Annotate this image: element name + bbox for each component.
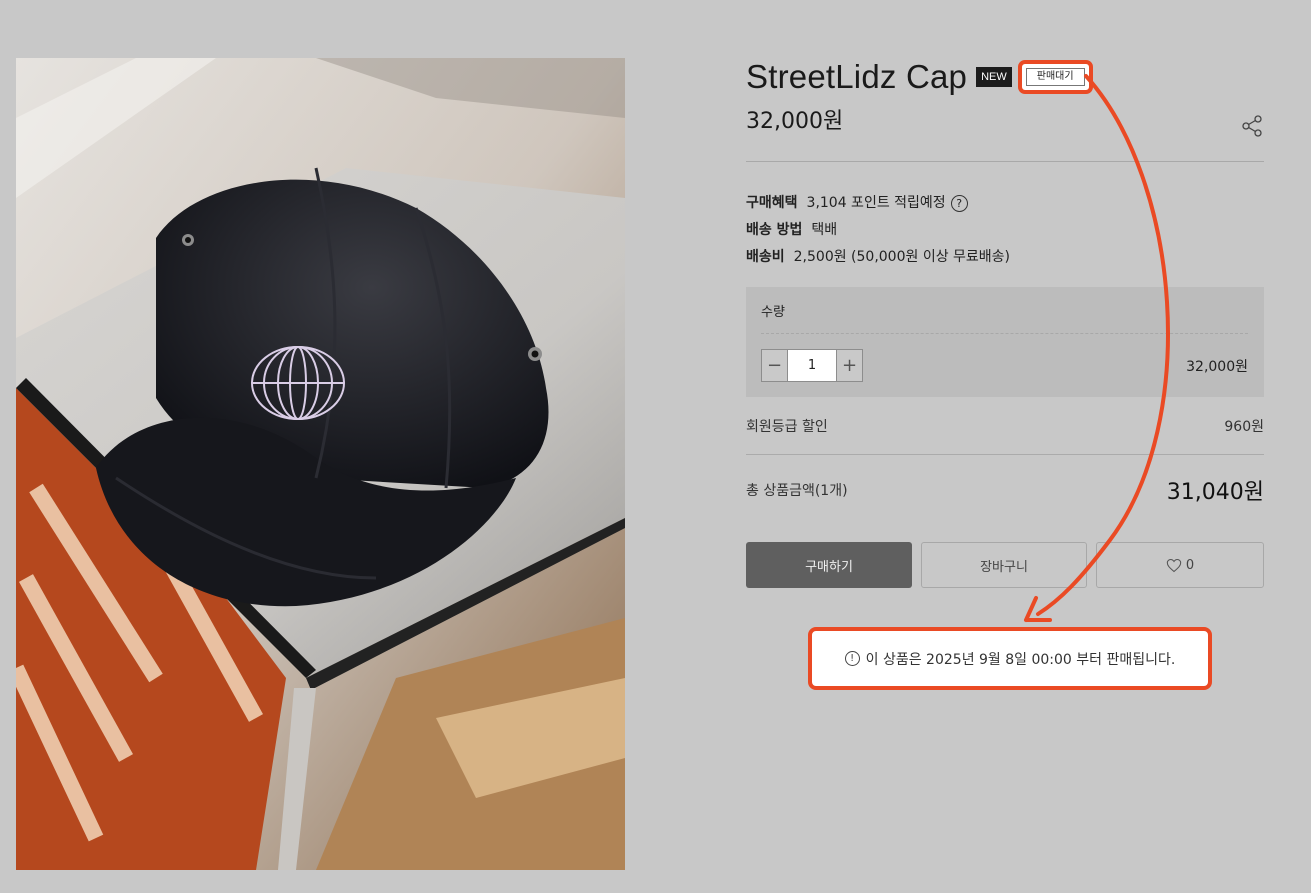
info-circle-icon: ! <box>844 651 860 666</box>
product-image <box>16 58 625 870</box>
title-row: StreetLidz Cap NEW 판매대기 <box>746 56 1264 98</box>
buy-button[interactable]: 구매하기 <box>746 542 912 588</box>
question-circle-icon[interactable]: ? <box>950 195 968 212</box>
discount-value: 960원 <box>1224 418 1264 435</box>
shipping-fee-value: 2,500원 (50,000원 이상 무료배송) <box>793 249 1011 265</box>
shipping-fee-row: 배송비 2,500원 (50,000원 이상 무료배송) <box>746 244 1264 271</box>
quantity-box: 수량 − + 32,000원 <box>746 287 1264 397</box>
product-title: StreetLidz Cap <box>746 58 968 95</box>
discount-label: 회원등급 할인 <box>746 418 828 435</box>
plus-icon[interactable]: + <box>837 350 862 381</box>
shipping-value: 택배 <box>811 222 838 238</box>
cart-button[interactable]: 장바구니 <box>921 542 1087 588</box>
new-badge: NEW <box>976 67 1012 87</box>
shipping-label: 배송 방법 <box>746 222 803 238</box>
sale-notice: ! 이 상품은 2025년 9월 8일 00:00 부터 판매됩니다. <box>844 649 1176 669</box>
quantity-stepper: − + <box>761 349 863 382</box>
line-price: 32,000원 <box>1186 358 1248 375</box>
shipping-row: 배송 방법 택배 <box>746 217 1264 244</box>
shipping-fee-label: 배송비 <box>746 249 785 265</box>
sale-notice-highlight: ! 이 상품은 2025년 9월 8일 00:00 부터 판매됩니다. <box>808 627 1212 690</box>
status-badge-highlight: 판매대기 <box>1017 60 1093 94</box>
total-label: 총 상품금액(1개) <box>746 483 848 499</box>
action-buttons: 구매하기 장바구니 0 <box>746 542 1264 588</box>
benefit-label: 구매혜택 <box>746 195 798 211</box>
sale-notice-text: 이 상품은 2025년 9월 8일 00:00 부터 판매됩니다. <box>865 651 1176 668</box>
purchase-meta: 구매혜택 3,104 포인트 적립예정 ? 배송 방법 택배 배송비 2,500… <box>746 190 1264 271</box>
benefit-value: 3,104 포인트 적립예정 <box>806 195 946 211</box>
discount-row: 회원등급 할인 960원 <box>746 397 1264 455</box>
share-icon[interactable] <box>1240 114 1264 138</box>
quantity-label: 수량 <box>761 301 1248 334</box>
benefit-row: 구매혜택 3,104 포인트 적립예정 ? <box>746 190 1264 217</box>
like-count: 0 <box>1185 557 1195 573</box>
cap-photo-illustration <box>16 58 625 870</box>
quantity-row: − + 32,000원 <box>761 349 1248 382</box>
heart-icon <box>1166 558 1182 572</box>
product-info-panel: StreetLidz Cap NEW 판매대기 32,000원 구매혜택 3,1… <box>746 56 1264 588</box>
like-button[interactable]: 0 <box>1096 542 1264 588</box>
quantity-input[interactable] <box>787 350 837 381</box>
price-row: 32,000원 <box>746 102 1264 138</box>
minus-icon[interactable]: − <box>762 350 787 381</box>
status-badge: 판매대기 <box>1025 68 1085 86</box>
product-price: 32,000원 <box>746 109 844 134</box>
total-value: 31,040원 <box>1166 480 1264 505</box>
total-row: 총 상품금액(1개) 31,040원 <box>746 455 1264 525</box>
divider <box>746 161 1264 162</box>
